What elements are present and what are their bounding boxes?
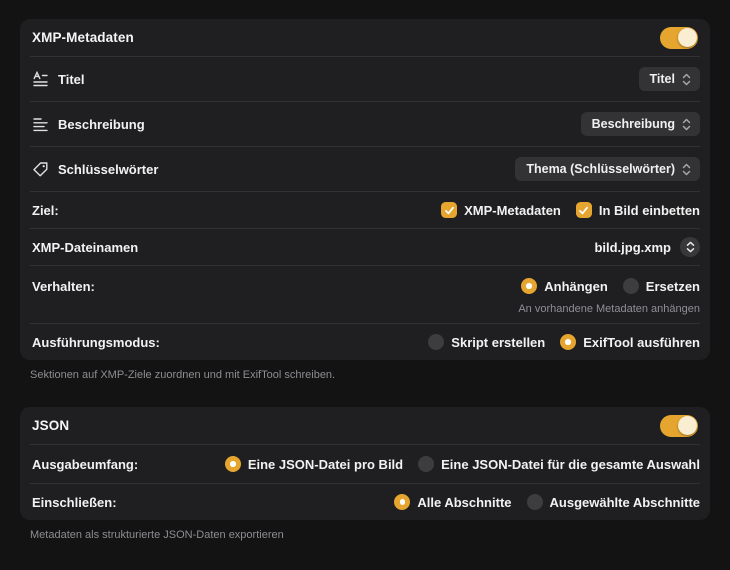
radio-exiftool-ausfuehren[interactable]: ExifTool ausführen [560,334,700,350]
json-card-title: JSON [32,418,70,433]
json-card-header: JSON [20,407,710,444]
radio-alle-abschnitte[interactable]: Alle Abschnitte [394,494,512,510]
radio-ersetzen[interactable]: Ersetzen [622,278,700,294]
radio-label: Eine JSON-Datei pro Bild [247,456,404,472]
radio-selected-icon [521,278,538,294]
radio-label: Skript erstellen [451,334,546,350]
checkbox-label: XMP-Metadaten [464,202,561,218]
json-enabled-toggle[interactable] [660,414,698,437]
radio-selected-icon [560,334,577,350]
tag-icon [32,161,49,178]
chevron-updown-icon [682,73,691,86]
umfang-label: Ausgabeumfang: [32,456,139,472]
xmp-footer-note: Sektionen auf XMP-Ziele zuordnen und mit… [30,369,336,381]
radio-skript-erstellen[interactable]: Skript erstellen [428,334,545,350]
mapping-row-keywords: Schlüsselwörter Thema (Schlüsselwörter) [20,147,710,191]
modus-label: Ausführungsmodus: [32,334,160,350]
filename-label: XMP-Dateinamen [32,239,139,255]
popup-value: Titel [649,72,675,86]
json-footer-note: Metadaten als strukturierte JSON-Daten e… [30,529,284,541]
radio-selected-icon [394,494,411,510]
textformat-icon [32,70,49,88]
schluesselwoerter-field-popup[interactable]: Thema (Schlüsselwörter) [515,157,700,181]
checkbox-in-bild-einbetten[interactable]: In Bild einbetten [575,202,700,218]
radio-unselected-icon [622,278,639,294]
ziel-label: Ziel: [32,202,59,218]
radio-json-pro-bild[interactable]: Eine JSON-Datei pro Bild [224,456,404,472]
filename-value: bild.jpg.xmp [594,239,671,255]
xmp-card-header: XMP-Metadaten [20,19,710,56]
xmp-enabled-toggle[interactable] [660,26,698,49]
radio-label: Anhängen [544,278,608,294]
einschliessen-label: Einschließen: [32,494,117,510]
verhalten-caption: An vorhandene Metadaten anhängen [518,303,700,315]
mapping-row-title: Titel Titel [20,57,710,101]
radio-label: Alle Abschnitte [417,494,512,510]
verhalten-row: Verhalten: Anhängen Ersetzen An vorhande… [20,266,710,323]
text-align-icon [32,116,49,133]
popup-value: Thema (Schlüsselwörter) [526,162,675,176]
popup-value: Beschreibung [591,117,675,131]
radio-unselected-icon [526,494,543,510]
titel-field-popup[interactable]: Titel [638,67,700,91]
ziel-row: Ziel: XMP-Metadaten In Bild einbetten [20,192,710,228]
toggle-knob [677,28,697,47]
radio-selected-icon [224,456,241,472]
ausfuehrungsmodus-row: Ausführungsmodus: Skript erstellen ExifT… [20,324,710,360]
checkbox-label: In Bild einbetten [598,202,700,218]
radio-label: ExifTool ausführen [583,334,700,350]
checkbox-checked-icon [441,202,458,218]
verhalten-label: Verhalten: [32,278,95,294]
radio-unselected-icon [418,456,435,472]
chevron-updown-icon [682,118,691,131]
beschreibung-field-popup[interactable]: Beschreibung [580,112,700,136]
toggle-knob [677,416,697,435]
radio-label: Ausgewählte Abschnitte [549,494,700,510]
xmp-metadata-card: XMP-Metadaten Titel Titel Beschreibung B… [20,19,710,360]
row-label-titel: Titel [58,71,85,87]
ausgabeumfang-row: Ausgabeumfang: Eine JSON-Datei pro Bild … [20,445,710,483]
einschliessen-row: Einschließen: Alle Abschnitte Ausgewählt… [20,484,710,520]
xmp-filename-row: XMP-Dateinamen bild.jpg.xmp [20,229,710,265]
xmp-card-title: XMP-Metadaten [32,30,134,45]
radio-label: Ersetzen [645,278,700,294]
chevron-updown-icon [682,163,691,176]
radio-ausgewaehlte-abschnitte[interactable]: Ausgewählte Abschnitte [526,494,700,510]
checkbox-xmp-metadaten[interactable]: XMP-Metadaten [441,202,561,218]
radio-label: Eine JSON-Datei für die gesamte Auswahl [441,456,700,472]
radio-anhaengen[interactable]: Anhängen [521,278,608,294]
filename-stepper-button[interactable] [680,237,700,257]
radio-unselected-icon [428,334,445,350]
checkbox-checked-icon [575,202,592,218]
mapping-row-description: Beschreibung Beschreibung [20,102,710,146]
radio-json-gesamte-auswahl[interactable]: Eine JSON-Datei für die gesamte Auswahl [418,456,700,472]
json-card: JSON Ausgabeumfang: Eine JSON-Datei pro … [20,407,710,520]
row-label-beschreibung: Beschreibung [58,116,145,132]
row-label-schluesselwoerter: Schlüsselwörter [58,161,159,177]
